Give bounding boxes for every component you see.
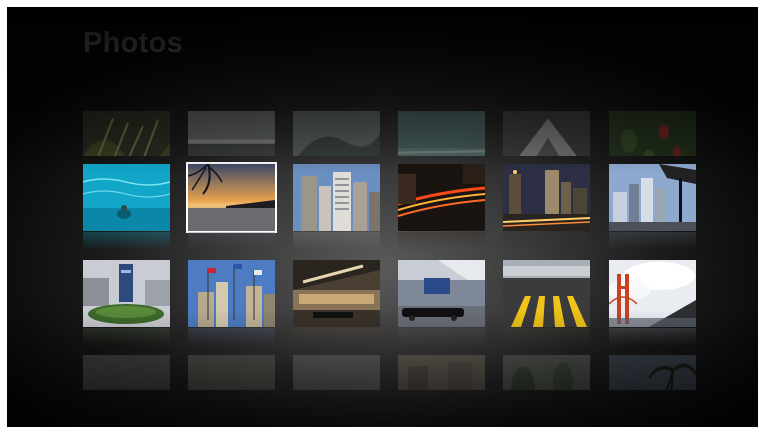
photo-thumbnail-overcast-sky[interactable] [293,355,380,390]
photo-thumbnail-convention-center[interactable] [293,260,380,346]
photo-thumbnail-white-sculpture[interactable] [503,111,590,156]
photo-thumbnail-swimming-pool[interactable] [83,164,170,250]
photo-thumbnail-glass-towers[interactable] [609,164,696,250]
photo-thumbnail-plaza-sign[interactable] [83,260,170,346]
photo-row-bottom [83,355,696,425]
photo-thumbnail-palm-fronds[interactable] [83,111,170,156]
photo-thumbnail-green-hill[interactable] [293,111,380,156]
photo-thumbnail-hazy-sky[interactable] [188,355,275,390]
photo-thumbnail-city-buildings[interactable] [293,164,380,250]
photo-thumbnail-golden-gate-bridge[interactable] [609,260,696,346]
photo-thumbnail-night-skyline[interactable] [503,164,590,250]
photo-thumbnail-building-interior[interactable] [398,355,485,390]
photo-thumbnail-limousine-building[interactable] [398,260,485,346]
photo-thumbnail-teal-water[interactable] [398,111,485,156]
photo-thumbnail-crosswalk-lines[interactable] [503,260,590,346]
page-title: Photos [83,27,184,59]
photos-screen: Photos [7,7,758,427]
photo-thumbnail-gray-sea[interactable] [188,111,275,156]
photo-row-2 [83,260,696,346]
photo-thumbnail-red-flowers[interactable] [609,111,696,156]
photo-thumbnail-flags-buildings[interactable] [188,260,275,346]
photo-thumbnail-palm-tree[interactable] [609,355,696,390]
photo-thumbnail-night-light-trails[interactable] [398,164,485,250]
photo-thumbnail-city-view[interactable] [83,355,170,390]
photo-row-1 [83,164,696,250]
photo-thumbnail-street-trees[interactable] [503,355,590,390]
photo-thumbnail-tropical-sunset[interactable] [188,164,275,250]
